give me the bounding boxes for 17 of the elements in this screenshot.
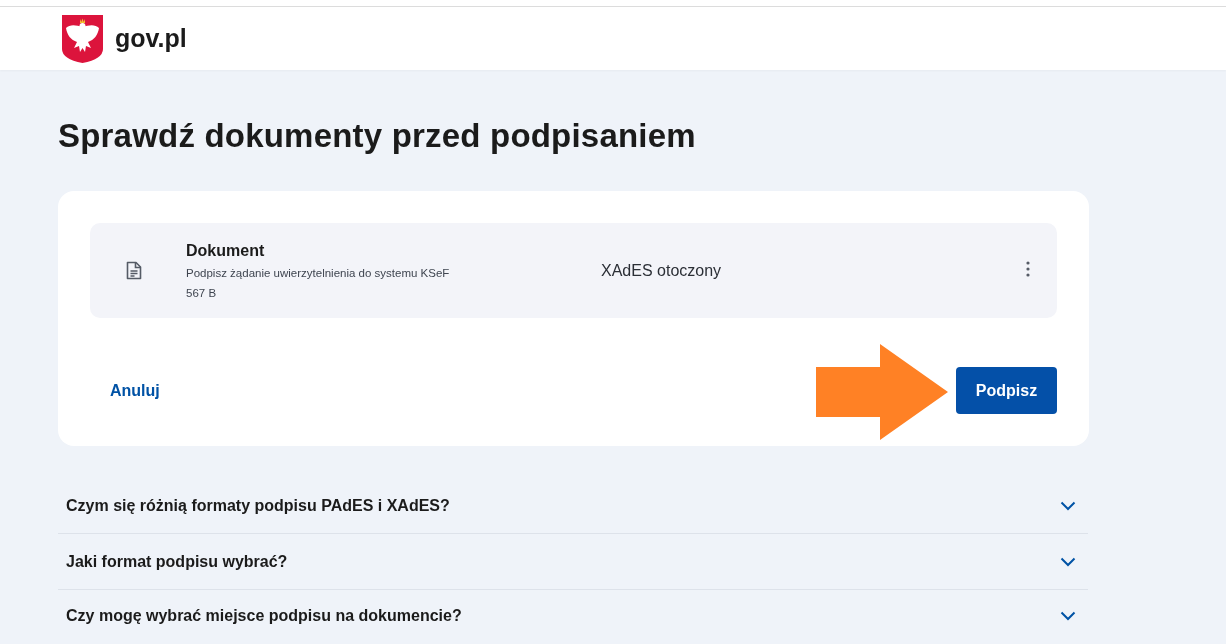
cancel-button[interactable]: Anuluj: [90, 367, 180, 414]
signature-format: XAdES otoczony: [601, 261, 722, 280]
chevron-down-icon[interactable]: [1060, 500, 1076, 511]
sign-button[interactable]: Podpisz: [956, 367, 1057, 414]
chevron-down-icon[interactable]: [1060, 556, 1076, 567]
more-options-icon[interactable]: [1026, 260, 1030, 277]
site-name[interactable]: gov.pl: [115, 24, 187, 53]
eagle-shield-logo[interactable]: [62, 14, 103, 63]
faq-item[interactable]: Czy mogę wybrać miejsce podpisu na dokumencie?: [58, 590, 1088, 642]
document-description: Podpisz żądanie uwierzytelnienia do systemu KSeF: [186, 265, 450, 281]
file-size: 567 B: [186, 285, 217, 301]
chevron-down-icon[interactable]: [1060, 611, 1076, 621]
page-title: Sprawdź dokumenty przed podpisaniem: [58, 116, 697, 156]
document-icon: [126, 261, 142, 280]
faq-item[interactable]: Jaki format podpisu wybrać?: [58, 534, 1088, 590]
faq-item[interactable]: Czym się różnią formaty podpisu PAdES i XAdES?: [58, 478, 1088, 534]
document-title: Dokument: [186, 240, 265, 261]
